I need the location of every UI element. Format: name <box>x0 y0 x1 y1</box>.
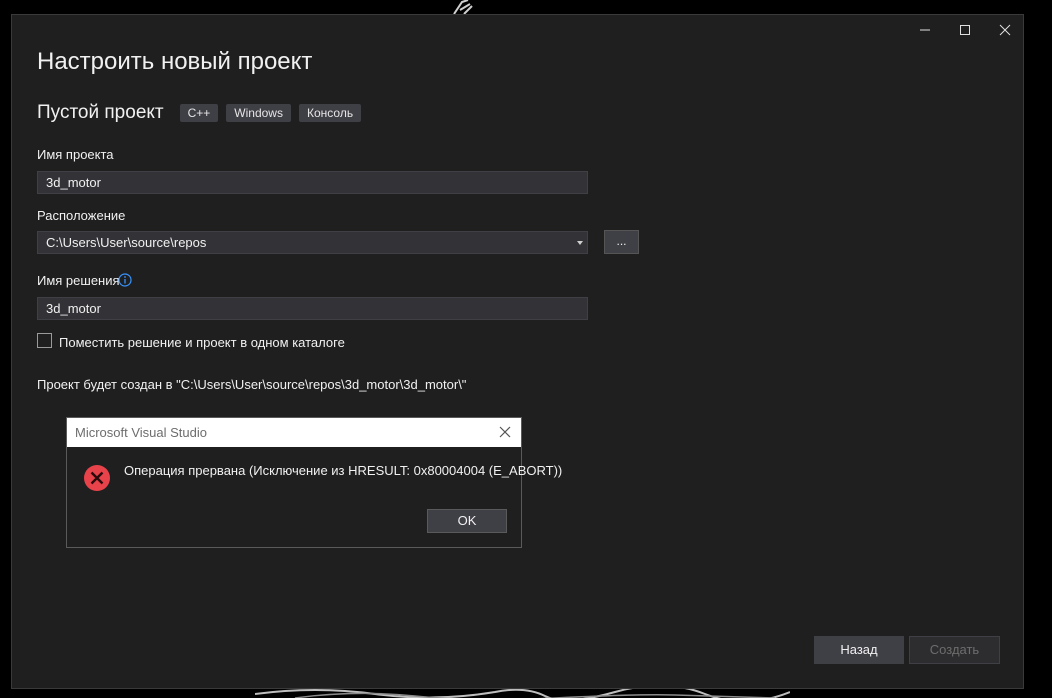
maximize-button[interactable] <box>950 21 980 39</box>
location-combobox[interactable]: C:\Users\User\source\repos <box>37 231 588 254</box>
chevron-down-icon[interactable] <box>577 241 583 245</box>
dialog-titlebar: Microsoft Visual Studio <box>67 418 521 447</box>
project-name-input[interactable]: 3d_motor <box>37 171 588 194</box>
template-info: Пустой проект C++ Windows Консоль <box>37 102 369 124</box>
info-icon[interactable] <box>118 273 132 287</box>
tag-language: C++ <box>179 104 219 122</box>
new-project-window: Настроить новый проект Пустой проект C++… <box>11 14 1024 689</box>
close-icon <box>999 24 1011 36</box>
ok-button[interactable]: OK <box>427 509 507 533</box>
project-path-info: Проект будет создан в "C:\Users\User\sou… <box>37 377 467 392</box>
minimize-icon <box>920 29 930 31</box>
location-label: Расположение <box>37 208 126 223</box>
same-directory-checkbox[interactable] <box>37 333 52 348</box>
tag-project-type: Консоль <box>298 104 362 122</box>
error-icon <box>84 465 110 491</box>
browse-button[interactable]: ... <box>604 230 639 254</box>
close-icon[interactable] <box>497 424 513 440</box>
back-button[interactable]: Назад <box>814 636 904 664</box>
background-ornament <box>453 0 473 14</box>
create-button[interactable]: Создать <box>909 636 1000 664</box>
project-name-label: Имя проекта <box>37 147 114 162</box>
dialog-title: Microsoft Visual Studio <box>75 425 207 440</box>
window-close-button[interactable] <box>990 21 1020 39</box>
same-directory-label[interactable]: Поместить решение и проект в одном катал… <box>59 335 345 350</box>
template-name: Пустой проект <box>37 102 164 123</box>
error-message: Операция прервана (Исключение из HRESULT… <box>124 463 563 478</box>
maximize-icon <box>960 25 970 35</box>
solution-name-label: Имя решения <box>37 273 120 288</box>
page-title: Настроить новый проект <box>37 48 313 75</box>
error-dialog: Microsoft Visual Studio Операция прерван… <box>66 417 562 548</box>
solution-name-input[interactable]: 3d_motor <box>37 297 588 320</box>
tag-platform: Windows <box>226 104 291 122</box>
location-value: C:\Users\User\source\repos <box>46 235 207 250</box>
minimize-button[interactable] <box>910 21 940 39</box>
